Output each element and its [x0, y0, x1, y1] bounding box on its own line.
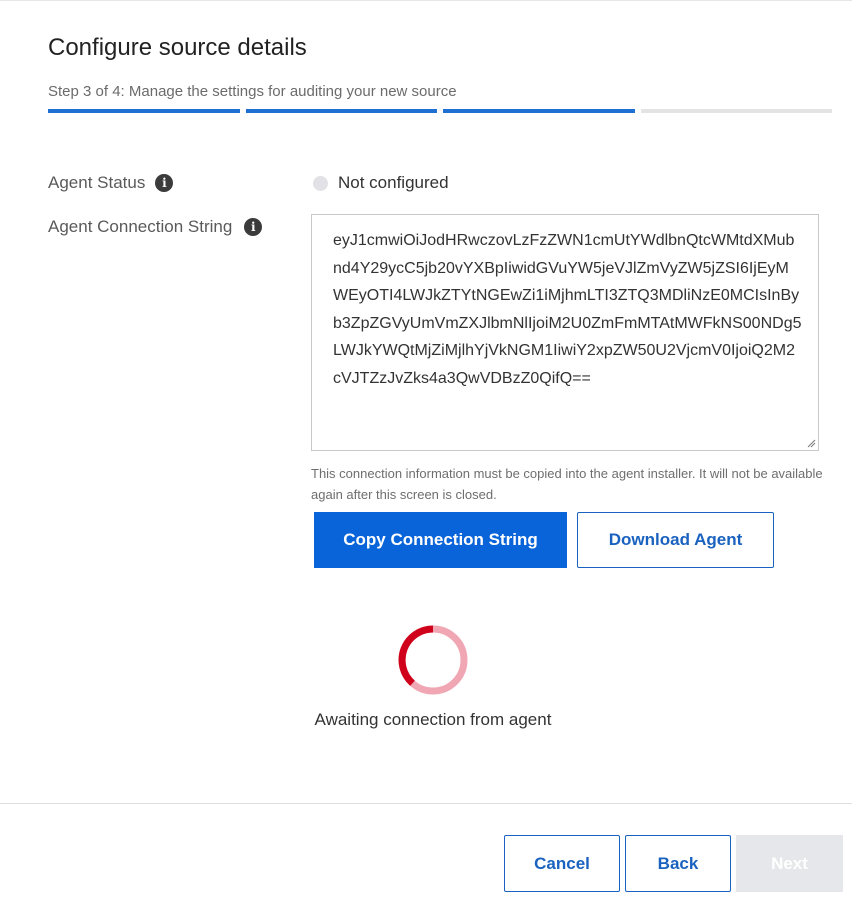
top-divider [0, 0, 852, 1]
progress-step-1 [48, 109, 240, 113]
download-agent-button[interactable]: Download Agent [577, 512, 774, 568]
awaiting-connection-text: Awaiting connection from agent [314, 710, 552, 729]
connection-helper-text: This connection information must be copi… [311, 466, 823, 502]
dialog-title: Configure source details [48, 34, 307, 61]
resize-handle-icon[interactable] [806, 438, 816, 448]
info-icon[interactable]: i [244, 218, 263, 236]
agent-status-label: Agent Status [48, 173, 146, 192]
info-icon[interactable]: i [155, 174, 174, 192]
agent-status: Not configured [313, 173, 449, 193]
agent-status-label-group: Agent Status i [48, 173, 174, 193]
step-subtitle: Step 3 of 4: Manage the settings for aud… [48, 83, 457, 100]
status-dot-icon [313, 175, 328, 191]
connection-string-value: eyJ1cmwiOiJodHRwczovLzFzZWN1cmUtYWdlbnQt… [333, 232, 802, 387]
connection-string-label-group: Agent Connection String i [48, 217, 263, 237]
loading-spinner-icon [398, 625, 468, 695]
connection-string-label: Agent Connection String [48, 217, 233, 236]
progress-step-3 [443, 109, 635, 113]
progress-step-4 [640, 109, 832, 113]
cancel-button[interactable]: Cancel [504, 835, 620, 892]
footer-divider [0, 803, 852, 804]
copy-connection-string-button[interactable]: Copy Connection String [314, 512, 567, 568]
connection-string-textarea[interactable]: eyJ1cmwiOiJodHRwczovLzFzZWN1cmUtYWdlbnQt… [311, 214, 819, 451]
next-button[interactable]: Next [736, 835, 843, 892]
back-button[interactable]: Back [625, 835, 731, 892]
progress-step-2 [245, 109, 437, 113]
agent-status-value: Not configured [338, 173, 449, 192]
step-progress-bar [48, 109, 832, 113]
